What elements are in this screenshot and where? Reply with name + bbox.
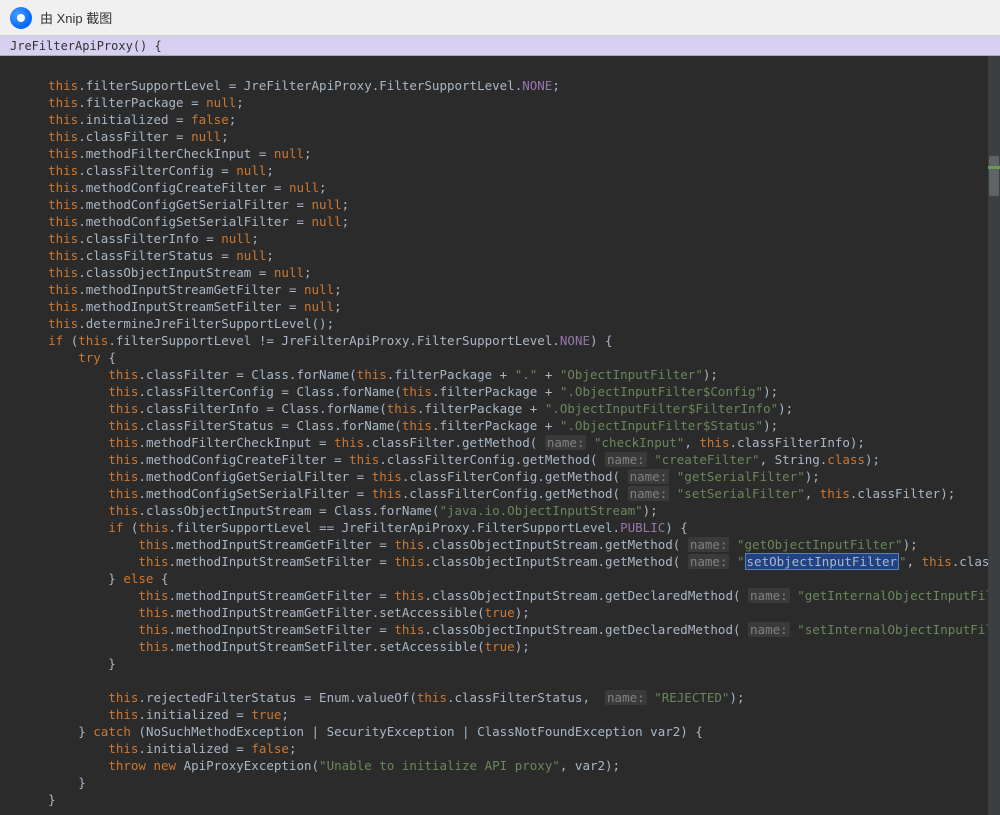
code-line: this.methodInputStreamGetFilter = null; — [18, 282, 342, 297]
code-line: } catch (NoSuchMethodException | Securit… — [18, 724, 703, 739]
code-line: this.methodConfigSetSerialFilter = this.… — [18, 486, 955, 501]
scrollbar-track[interactable] — [988, 56, 1000, 815]
code-line: this.rejectedFilterStatus = Enum.valueOf… — [18, 690, 745, 705]
code-line: this.classObjectInputStream = Class.forN… — [18, 503, 658, 518]
code-line: this.classFilter = Class.forName(this.fi… — [18, 367, 718, 382]
code-line: this.methodInputStreamSetFilter = this.c… — [18, 622, 1000, 637]
code-line: this.methodConfigCreateFilter = null; — [18, 180, 327, 195]
code-line: } — [18, 656, 116, 671]
code-line: this.classObjectInputStream = null; — [18, 265, 312, 280]
code-line: throw new ApiProxyException("Unable to i… — [18, 758, 620, 773]
code-line: this.initialized = true; — [18, 707, 289, 722]
code-line: this.methodConfigSetSerialFilter = null; — [18, 214, 349, 229]
code-line: this.classFilterInfo = Class.forName(thi… — [18, 401, 793, 416]
code-line: this.methodFilterCheckInput = this.class… — [18, 435, 865, 450]
code-line: } — [18, 775, 86, 790]
code-line: this.classFilter = null; — [18, 129, 229, 144]
code-line: this.filterSupportLevel = JreFilterApiPr… — [18, 78, 560, 93]
code-line: this.methodInputStreamGetFilter.setAcces… — [18, 605, 530, 620]
window-title: 由 Xnip 截图 — [40, 8, 112, 27]
code-line: this.classFilterConfig = Class.forName(t… — [18, 384, 778, 399]
code-line: this.classFilterStatus = null; — [18, 248, 274, 263]
code-line: this.methodConfigGetSerialFilter = this.… — [18, 469, 820, 484]
scrollbar-thumb[interactable] — [989, 156, 999, 196]
code-line: if (this.filterSupportLevel != JreFilter… — [18, 333, 613, 348]
code-line: this.initialized = false; — [18, 112, 236, 127]
code-line: } — [18, 792, 56, 807]
code-line: this.methodFilterCheckInput = null; — [18, 146, 312, 161]
titlebar: 由 Xnip 截图 — [0, 0, 1000, 36]
code-line: this.methodInputStreamSetFilter = this.c… — [18, 553, 1000, 570]
code-line: if (this.filterSupportLevel == JreFilter… — [18, 520, 688, 535]
code-line: this.classFilterInfo = null; — [18, 231, 259, 246]
code-line: this.filterPackage = null; — [18, 95, 244, 110]
code-editor[interactable]: this.filterSupportLevel = JreFilterApiPr… — [0, 56, 1000, 815]
code-line: this.methodInputStreamSetFilter = null; — [18, 299, 342, 314]
gutter-marker[interactable] — [988, 166, 1000, 169]
code-line: this.methodInputStreamSetFilter.setAcces… — [18, 639, 530, 654]
code-line: this.methodInputStreamGetFilter = this.c… — [18, 537, 918, 552]
code-line: this.classFilterConfig = null; — [18, 163, 274, 178]
code-line: } else { — [18, 571, 169, 586]
text-selection: setObjectInputFilter — [745, 553, 900, 570]
breadcrumb-bar[interactable]: JreFilterApiProxy() { — [0, 36, 1000, 56]
code-line: this.methodInputStreamGetFilter = this.c… — [18, 588, 1000, 603]
xnip-app-icon — [10, 7, 32, 29]
code-line: this.determineJreFilterSupportLevel(); — [18, 316, 334, 331]
code-line: this.methodConfigCreateFilter = this.cla… — [18, 452, 880, 467]
breadcrumb-label: JreFilterApiProxy() { — [10, 39, 162, 53]
code-line: try { — [18, 350, 116, 365]
code-line: this.methodConfigGetSerialFilter = null; — [18, 197, 349, 212]
code-line: this.classFilterStatus = Class.forName(t… — [18, 418, 778, 433]
code-line: this.initialized = false; — [18, 741, 296, 756]
